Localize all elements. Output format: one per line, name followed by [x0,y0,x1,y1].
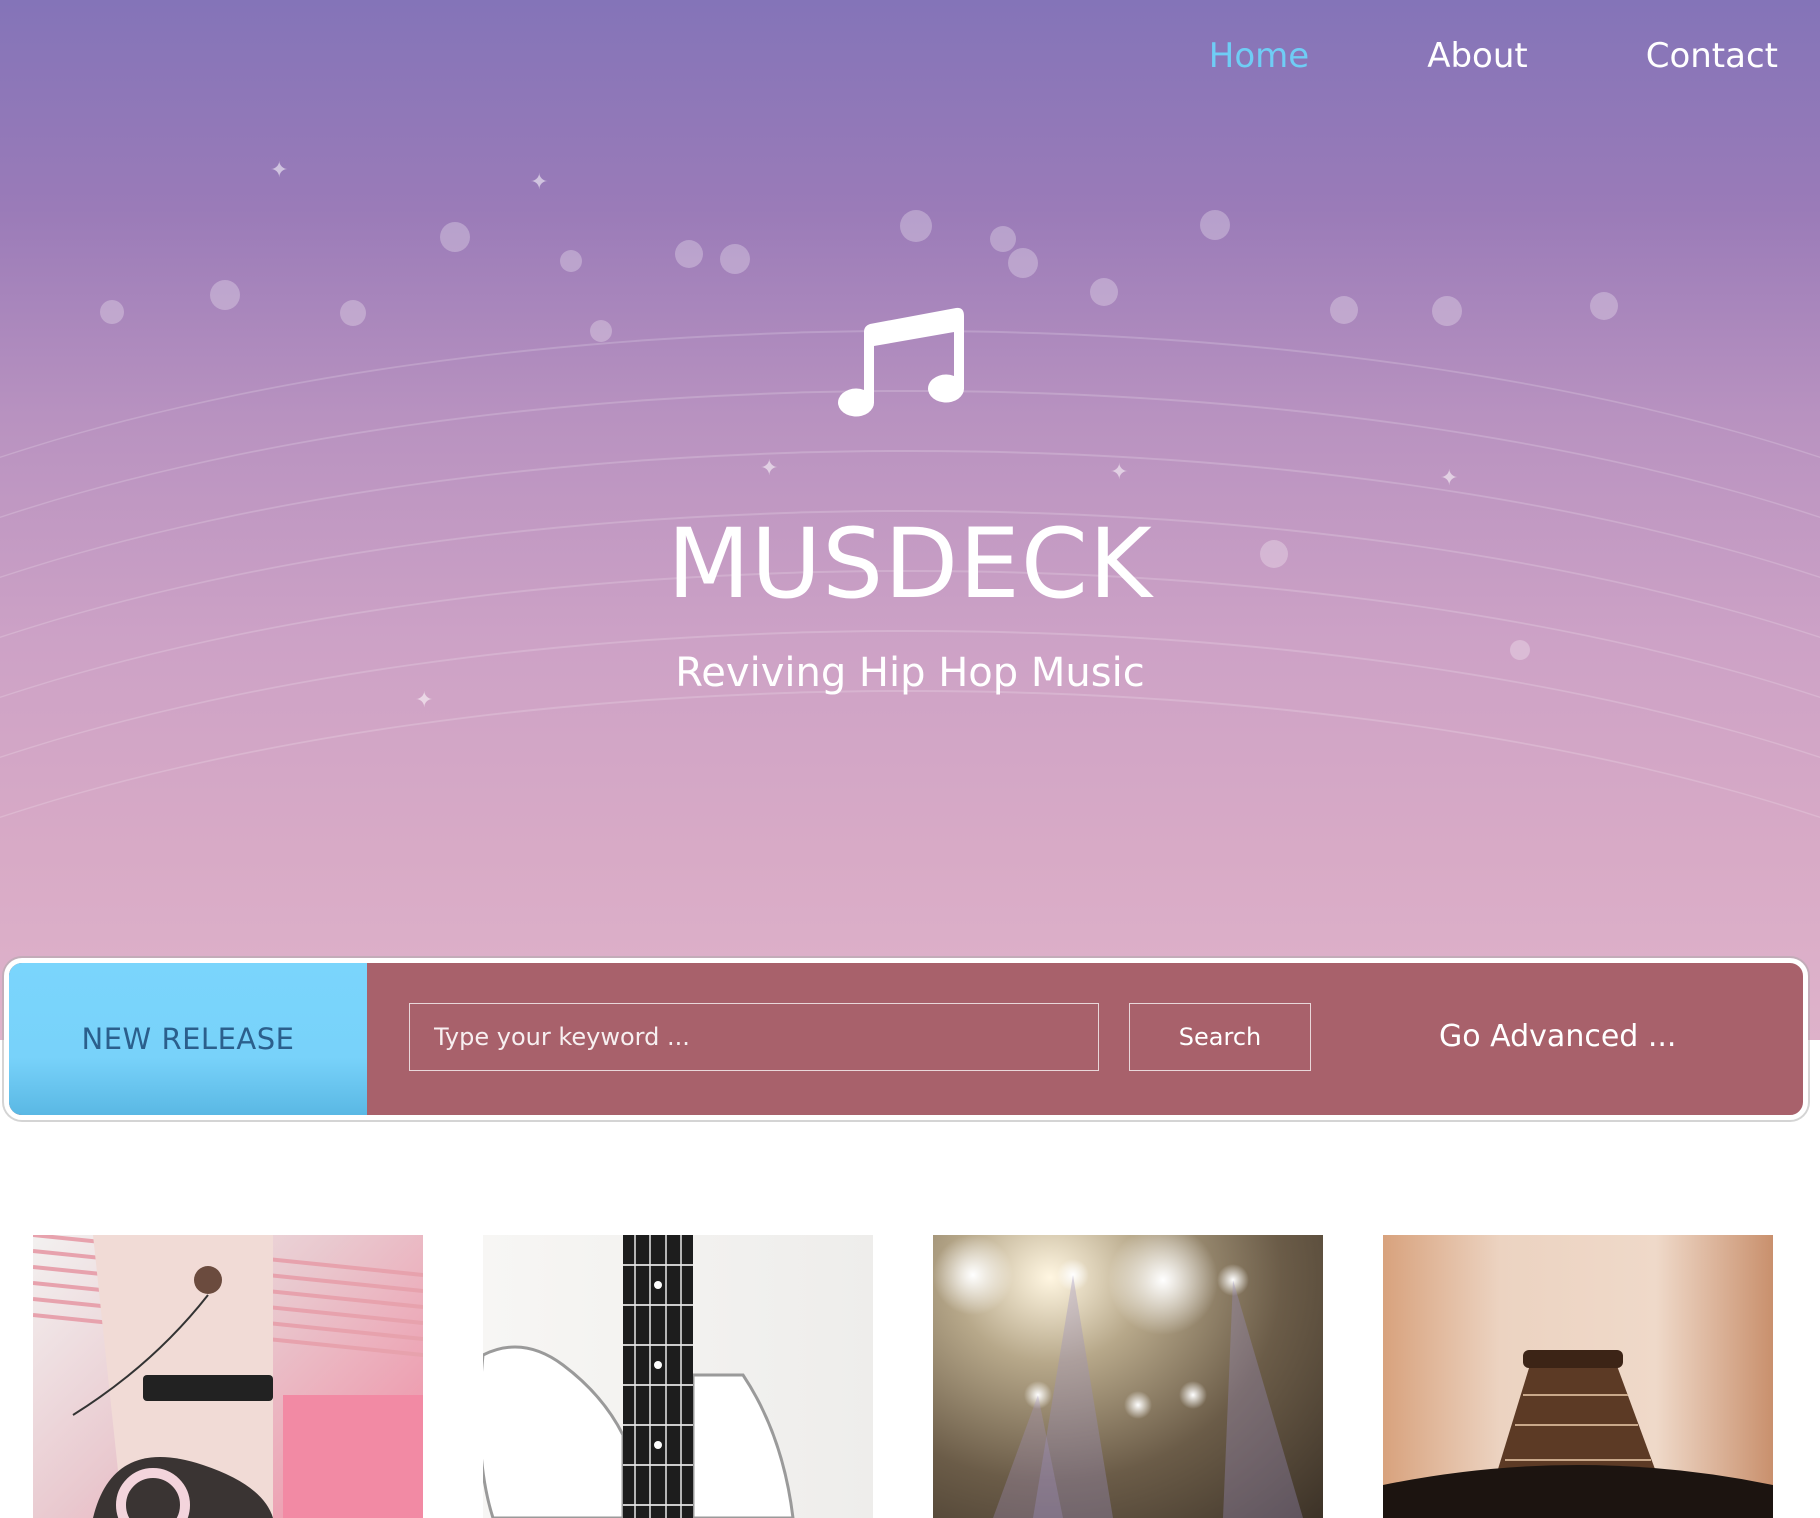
go-advanced-link[interactable]: Go Advanced ... [1439,1003,1676,1071]
thumbnail-grid [0,1235,1820,1518]
stage-lights-image[interactable] [933,1235,1323,1518]
bokeh-dot [1008,248,1038,278]
search-input[interactable] [409,1003,1099,1071]
bokeh-dot [1330,296,1358,324]
site-title: MUSDECK [667,508,1153,620]
sparkle-icon: ✦ [1110,460,1129,485]
bokeh-dot [100,300,124,324]
bokeh-dot [675,240,703,268]
new-release-tab[interactable]: NEW RELEASE [9,963,367,1115]
bokeh-dot [1432,296,1462,326]
thumb-art [933,1235,1303,1518]
site-tagline: Reviving Hip Hop Music [675,650,1145,696]
woman-with-headphones-image[interactable] [33,1235,423,1518]
bokeh-dot [720,244,750,274]
bokeh-dot [590,320,612,342]
hero-banner: ✦ ✦ ✦ ✦ ✦ ✦ Home About Contact MUSDECK R… [0,0,1820,1040]
thumb-art [483,1235,795,1518]
nav-link-home[interactable]: Home [1209,36,1309,76]
sparkle-icon: ✦ [760,456,779,481]
white-bass-guitar-image[interactable] [483,1235,873,1518]
sparkle-icon: ✦ [530,170,549,195]
bokeh-dot [1200,210,1230,240]
bokeh-dot [900,210,932,242]
bokeh-dot [560,250,582,272]
bokeh-dot [1090,278,1118,306]
thumb-art [1383,1350,1773,1518]
sparkle-icon: ✦ [270,158,289,183]
bokeh-dot [1590,292,1618,320]
bokeh-dot [210,280,240,310]
search-area: Search Go Advanced ... [367,963,1803,1115]
nav-link-about[interactable]: About [1427,36,1528,76]
sparkle-icon: ✦ [1440,466,1459,491]
music-note-icon [838,307,965,417]
top-navigation: Home About Contact [1091,36,1778,76]
thumb-art [33,1235,423,1518]
nav-link-contact[interactable]: Contact [1646,36,1778,76]
bokeh-dot [340,300,366,326]
bokeh-dot [990,226,1016,252]
guitar-neck-image[interactable] [1383,1235,1773,1518]
search-button[interactable]: Search [1129,1003,1311,1071]
bokeh-dot [440,222,470,252]
search-bar: NEW RELEASE Search Go Advanced ... [4,958,1808,1120]
